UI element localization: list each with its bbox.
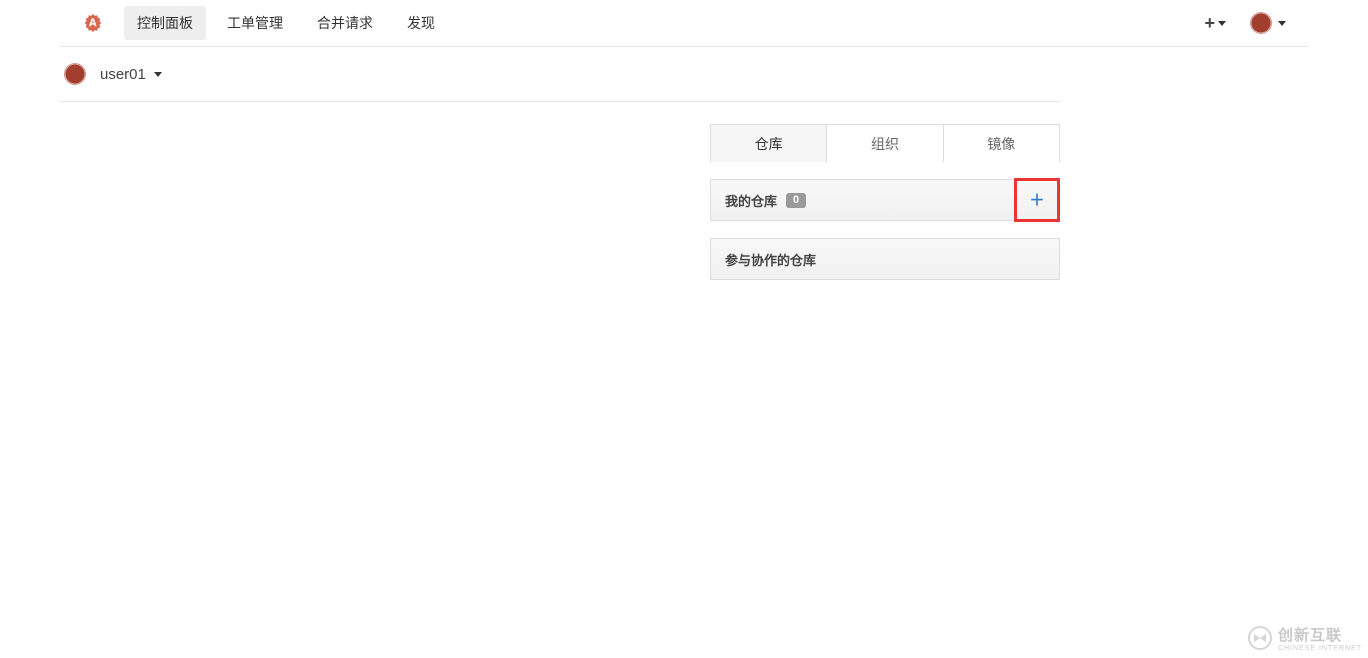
topnav-right: + xyxy=(1204,12,1286,34)
tab-mirrors[interactable]: 镜像 xyxy=(944,125,1059,162)
avatar xyxy=(1250,12,1272,34)
my-repos-count: 0 xyxy=(786,193,806,208)
nav-dashboard[interactable]: 控制面板 xyxy=(124,6,206,40)
caret-down-icon xyxy=(1218,21,1226,26)
plus-icon: + xyxy=(1204,13,1215,34)
user-context-bar: user01 xyxy=(60,47,1060,102)
nav-merge-requests[interactable]: 合并请求 xyxy=(304,6,386,40)
topnav-left: 控制面板 工单管理 合并请求 发现 xyxy=(82,6,448,40)
plus-icon: ＋ xyxy=(1029,193,1044,208)
my-repos-panel: 我的仓库 0 ＋ xyxy=(710,179,1060,221)
tab-orgs[interactable]: 组织 xyxy=(827,125,943,162)
nav-issues[interactable]: 工单管理 xyxy=(214,6,296,40)
username: user01 xyxy=(100,66,146,83)
my-repos-title-wrap: 我的仓库 0 xyxy=(725,191,806,210)
my-repos-title: 我的仓库 xyxy=(725,191,777,210)
tab-repos[interactable]: 仓库 xyxy=(711,125,827,162)
user-dropdown[interactable] xyxy=(1250,12,1286,34)
avatar xyxy=(64,63,86,85)
right-column: 仓库 组织 镜像 我的仓库 0 ＋ 参与协作的仓库 xyxy=(710,124,1060,280)
nav-explore[interactable]: 发现 xyxy=(394,6,448,40)
watermark-icon xyxy=(1248,626,1272,650)
create-dropdown[interactable]: + xyxy=(1204,13,1226,34)
app-logo[interactable] xyxy=(82,12,104,34)
main-container: user01 仓库 组织 镜像 我的仓库 0 ＋ 参与协作的仓库 xyxy=(60,47,1060,280)
watermark-sub: CHINESE INTERNET xyxy=(1278,645,1362,652)
right-tabs: 仓库 组织 镜像 xyxy=(710,124,1060,162)
create-repo-button[interactable]: ＋ xyxy=(1014,178,1060,222)
topnav: 控制面板 工单管理 合并请求 发现 + xyxy=(60,0,1308,47)
collab-repos-panel: 参与协作的仓库 xyxy=(710,238,1060,280)
watermark-text: 创新互联 xyxy=(1278,624,1342,645)
caret-down-icon xyxy=(1278,21,1286,26)
caret-down-icon xyxy=(154,72,162,77)
user-selector[interactable]: user01 xyxy=(100,66,162,83)
watermark: 创新互联 CHINESE INTERNET xyxy=(1248,624,1362,652)
collab-repos-title: 参与协作的仓库 xyxy=(725,250,816,269)
collab-repos-title-wrap: 参与协作的仓库 xyxy=(725,250,816,269)
